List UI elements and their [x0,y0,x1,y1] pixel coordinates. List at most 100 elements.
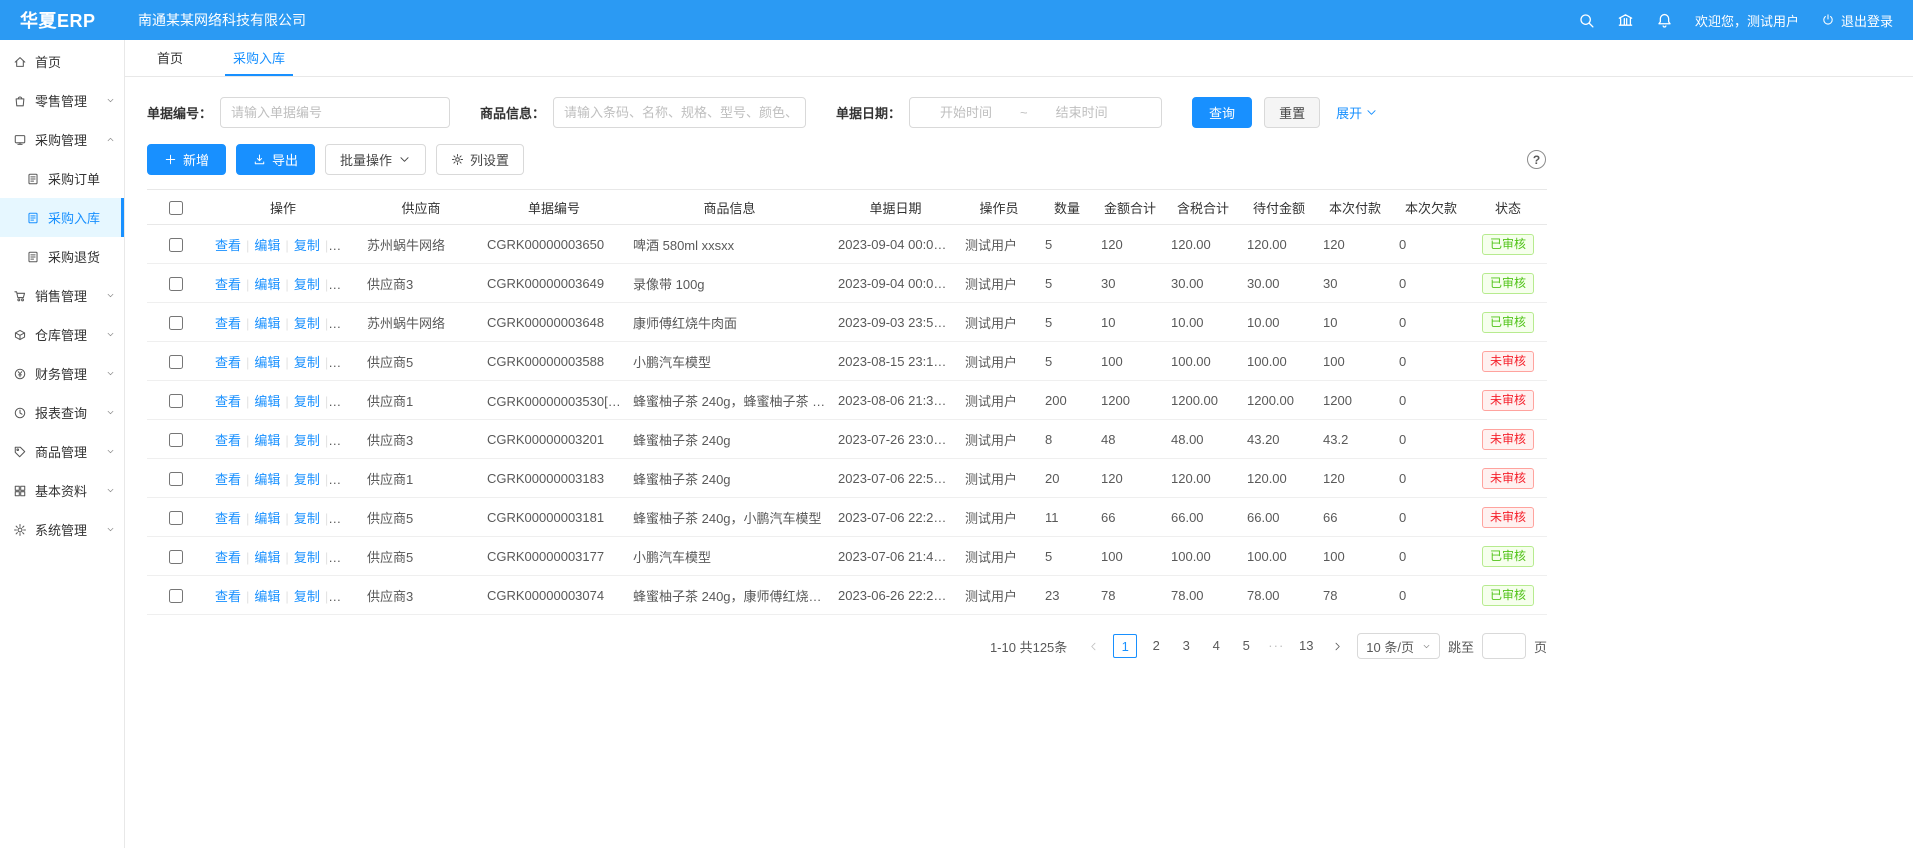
sidebar-subitem-purchase-order[interactable]: 采购订单 [0,159,124,198]
goods-input[interactable] [553,97,806,128]
row-action-edit[interactable]: 编辑 [254,316,280,331]
sidebar-item-basic[interactable]: 基本资料 [0,471,124,510]
column-settings-button[interactable]: 列设置 [436,144,524,175]
sidebar-item-purchase[interactable]: 采购管理 [0,120,124,159]
basic-icon [13,484,27,498]
sidebar-item-goods[interactable]: 商品管理 [0,432,124,471]
tab-home[interactable]: 首页 [149,40,191,76]
cell-goods: 录像带 100g [627,264,832,303]
row-checkbox[interactable] [169,316,183,330]
row-action-view[interactable]: 查看 [215,589,241,604]
prev-page-button[interactable] [1081,634,1105,658]
date-filter: 单据日期： ~ [836,97,1162,128]
pager-page[interactable]: 5 [1235,634,1257,658]
row-action-view[interactable]: 查看 [215,550,241,565]
row-checkbox[interactable] [169,277,183,291]
row-action-copy[interactable]: 复制 [294,316,320,331]
batch-operations-button[interactable]: 批量操作 [325,144,426,175]
sidebar-item-report[interactable]: 报表查询 [0,393,124,432]
goods-label: 商品信息： [480,103,545,122]
table-row: 查看|编辑|复制|删除苏州蜗牛网络CGRK00000003650啤酒 580ml… [147,225,1547,264]
row-checkbox[interactable] [169,394,183,408]
expand-link[interactable]: 展开 [1336,103,1378,122]
select-all-checkbox[interactable] [169,201,183,215]
row-action-edit[interactable]: 编辑 [254,394,280,409]
jump-page-input[interactable] [1482,633,1526,659]
row-checkbox[interactable] [169,472,183,486]
row-action-copy[interactable]: 复制 [294,394,320,409]
row-action-copy[interactable]: 复制 [294,355,320,370]
sidebar-item-finance[interactable]: 财务管理 [0,354,124,393]
cell-qty: 5 [1039,303,1095,342]
row-action-edit[interactable]: 编辑 [254,589,280,604]
row-action-copy[interactable]: 复制 [294,511,320,526]
help-icon[interactable]: ? [1527,150,1546,169]
search-button[interactable]: 查询 [1192,97,1252,128]
row-action-edit[interactable]: 编辑 [254,433,280,448]
export-button[interactable]: 导出 [236,144,315,175]
row-actions: 查看|编辑|复制|删除 [205,264,361,303]
sidebar-subitem-purchase-return[interactable]: 采购退货 [0,237,124,276]
sidebar-item-sales[interactable]: 销售管理 [0,276,124,315]
next-page-button[interactable] [1325,634,1349,658]
page-size-select[interactable]: 10 条/页 [1357,633,1440,659]
sidebar-item-warehouse[interactable]: 仓库管理 [0,315,124,354]
pager-page[interactable]: 2 [1145,634,1167,658]
cell-debt: 0 [1393,264,1469,303]
row-action-view[interactable]: 查看 [215,355,241,370]
add-button[interactable]: 新增 [147,144,226,175]
cell-goods: 康师傅红烧牛肉面 [627,303,832,342]
sidebar-item-retail[interactable]: 零售管理 [0,81,124,120]
logout-button[interactable]: 退出登录 [1821,11,1893,30]
pager-page[interactable]: 4 [1205,634,1227,658]
date-start-input[interactable] [916,105,1016,120]
row-action-copy[interactable]: 复制 [294,550,320,565]
row-action-edit[interactable]: 编辑 [254,511,280,526]
pager-page[interactable]: 3 [1175,634,1197,658]
row-actions: 查看|编辑|复制|删除 [205,381,361,420]
tab-purchase-in[interactable]: 采购入库 [225,40,293,76]
row-action-edit[interactable]: 编辑 [254,355,280,370]
status-badge: 未审核 [1482,351,1534,372]
row-checkbox[interactable] [169,511,183,525]
sidebar-item-system[interactable]: 系统管理 [0,510,124,549]
row-checkbox[interactable] [169,238,183,252]
row-action-copy[interactable]: 复制 [294,472,320,487]
pager-page[interactable]: 13 [1295,634,1317,658]
row-checkbox[interactable] [169,433,183,447]
sidebar-subitem-purchase-in[interactable]: 采购入库 [0,198,124,237]
row-action-view[interactable]: 查看 [215,472,241,487]
row-action-copy[interactable]: 复制 [294,277,320,292]
row-action-edit[interactable]: 编辑 [254,238,280,253]
bank-icon[interactable] [1617,12,1634,29]
pager-page-current[interactable]: 1 [1113,634,1137,658]
row-action-view[interactable]: 查看 [215,433,241,448]
action-divider: | [285,511,288,526]
reset-button[interactable]: 重置 [1264,97,1320,128]
cell-tax-total: 48.00 [1165,420,1241,459]
bill-no-input[interactable] [220,97,450,128]
row-action-copy[interactable]: 复制 [294,238,320,253]
row-checkbox[interactable] [169,355,183,369]
batch-label: 批量操作 [340,150,392,169]
bell-icon[interactable] [1656,12,1673,29]
date-end-input[interactable] [1032,105,1132,120]
row-action-edit[interactable]: 编辑 [254,277,280,292]
row-action-view[interactable]: 查看 [215,238,241,253]
row-action-copy[interactable]: 复制 [294,589,320,604]
row-action-view[interactable]: 查看 [215,277,241,292]
action-divider: | [325,433,328,448]
row-action-edit[interactable]: 编辑 [254,472,280,487]
search-icon[interactable] [1578,12,1595,29]
row-action-view[interactable]: 查看 [215,316,241,331]
column-header-2: 单据编号 [481,190,627,225]
row-checkbox[interactable] [169,550,183,564]
row-action-edit[interactable]: 编辑 [254,550,280,565]
row-action-view[interactable]: 查看 [215,394,241,409]
row-actions: 查看|编辑|复制|删除 [205,498,361,537]
sidebar-item-home[interactable]: 首页 [0,42,124,81]
row-action-view[interactable]: 查看 [215,511,241,526]
row-action-copy[interactable]: 复制 [294,433,320,448]
date-range-picker[interactable]: ~ [909,97,1162,128]
row-checkbox[interactable] [169,589,183,603]
